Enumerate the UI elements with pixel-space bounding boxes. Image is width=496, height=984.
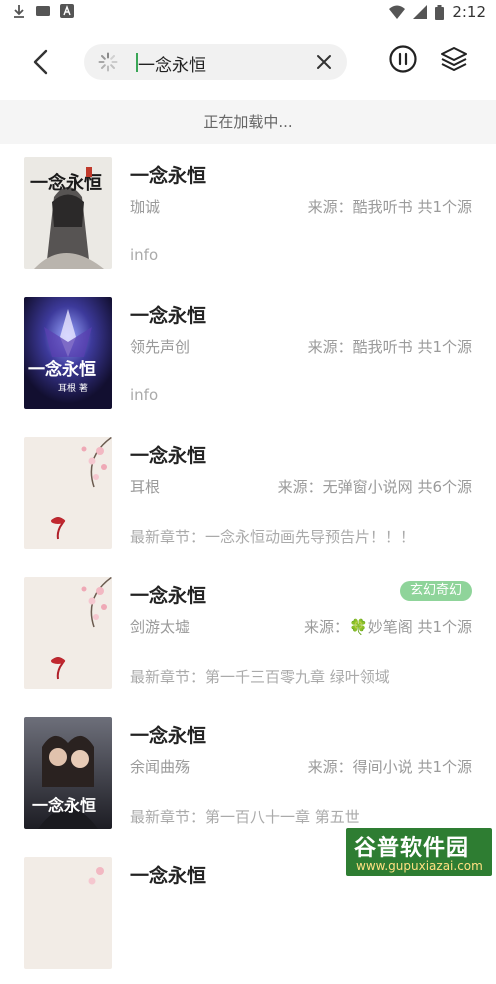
battery-icon [435,4,445,20]
source-rest: 妙笔阁 共1个源 [367,618,472,636]
cover-title-text: 一念永恒 [28,359,96,380]
book-source: 来源：酷我听书 共1个源 [307,338,472,356]
book-title: 一念永恒 [130,725,207,747]
book-title: 一念永恒 [130,165,207,187]
search-input[interactable]: 一念永恒 [84,44,347,80]
book-author: 剑游太墟 [130,618,191,636]
book-cover: 一念永恒 耳根 著 [24,297,112,409]
list-item[interactable]: 一念永恒 耳根 著 一念永恒 领先声创 来源：酷我听书 共1个源 info [0,284,496,424]
clover-icon: 🍀 [349,618,368,636]
book-title: 一念永恒 [130,865,207,887]
book-author: 余闻曲殇 [130,758,191,776]
list-item[interactable]: 一念永恒 一念永恒 珈诚 来源：酷我听书 共1个源 info [0,144,496,284]
source-prefix: 来源： [303,618,349,636]
search-query-text: 一念永恒 [138,56,206,76]
book-extra-info: info [130,386,159,404]
app-notification-icon [36,6,50,16]
watermark-url-text: www.gupuxiazai.com [356,859,483,873]
book-source: 来源：🍀妙笔阁 共1个源 [304,616,472,637]
status-time: 2:12 [452,3,486,21]
book-source: 来源：得间小说 共1个源 [307,758,472,776]
search-toolbar: 一念永恒 [0,28,496,98]
back-arrow-icon[interactable] [24,44,60,80]
book-source: 来源：酷我听书 共1个源 [307,198,472,216]
list-item[interactable]: 一念永恒 玄幻奇幻 剑游太墟 来源：🍀妙笔阁 共1个源 最新章节：第一千三百零九… [0,564,496,704]
book-latest-chapter: 最新章节：第一千三百零九章 绿叶领域 [130,668,390,686]
wifi-icon [389,5,406,19]
book-latest-chapter: 最新章节：一念永恒动画先导预告片！！！ [130,528,416,546]
book-extra-info: info [130,246,159,264]
genre-tag: 玄幻奇幻 [399,581,472,601]
book-author: 耳根 [130,478,161,496]
status-bar: 2:12 [0,0,496,28]
book-latest-chapter: 最新章节：第一百八十一章 第五世 [130,808,360,826]
clear-icon[interactable] [315,53,333,71]
list-item[interactable]: 一念永恒 耳根 来源：无弹窗小说网 共6个源 最新章节：一念永恒动画先导预告片！… [0,424,496,564]
download-icon [14,5,24,18]
book-cover [24,857,112,969]
book-title: 一念永恒 [130,585,207,607]
layers-icon[interactable] [440,45,468,73]
book-cover [24,437,112,549]
pause-icon[interactable] [388,44,418,74]
a-notification-icon [60,4,74,18]
signal-icon [413,5,428,19]
loading-spinner-icon [98,52,118,72]
site-watermark-logo: 谷普软件园 www.gupuxiazai.com [344,826,494,878]
list-item[interactable]: 一念永恒 一念永恒 余闻曲殇 来源：得间小说 共1个源 最新章节：第一百八十一章… [0,704,496,844]
loading-banner: 正在加载中... [0,100,496,144]
book-cover: 一念永恒 [24,157,112,269]
book-cover: 一念永恒 [24,717,112,829]
book-title: 一念永恒 [130,445,207,467]
book-source: 来源：无弹窗小说网 共6个源 [277,478,472,496]
cover-author-text: 耳根 著 [58,382,88,394]
book-cover [24,577,112,689]
watermark-main-text: 谷普软件园 [354,836,470,861]
book-author: 珈诚 [130,198,161,216]
book-title: 一念永恒 [130,305,207,327]
book-author: 领先声创 [130,338,191,356]
cover-title-text: 一念永恒 [32,796,96,815]
